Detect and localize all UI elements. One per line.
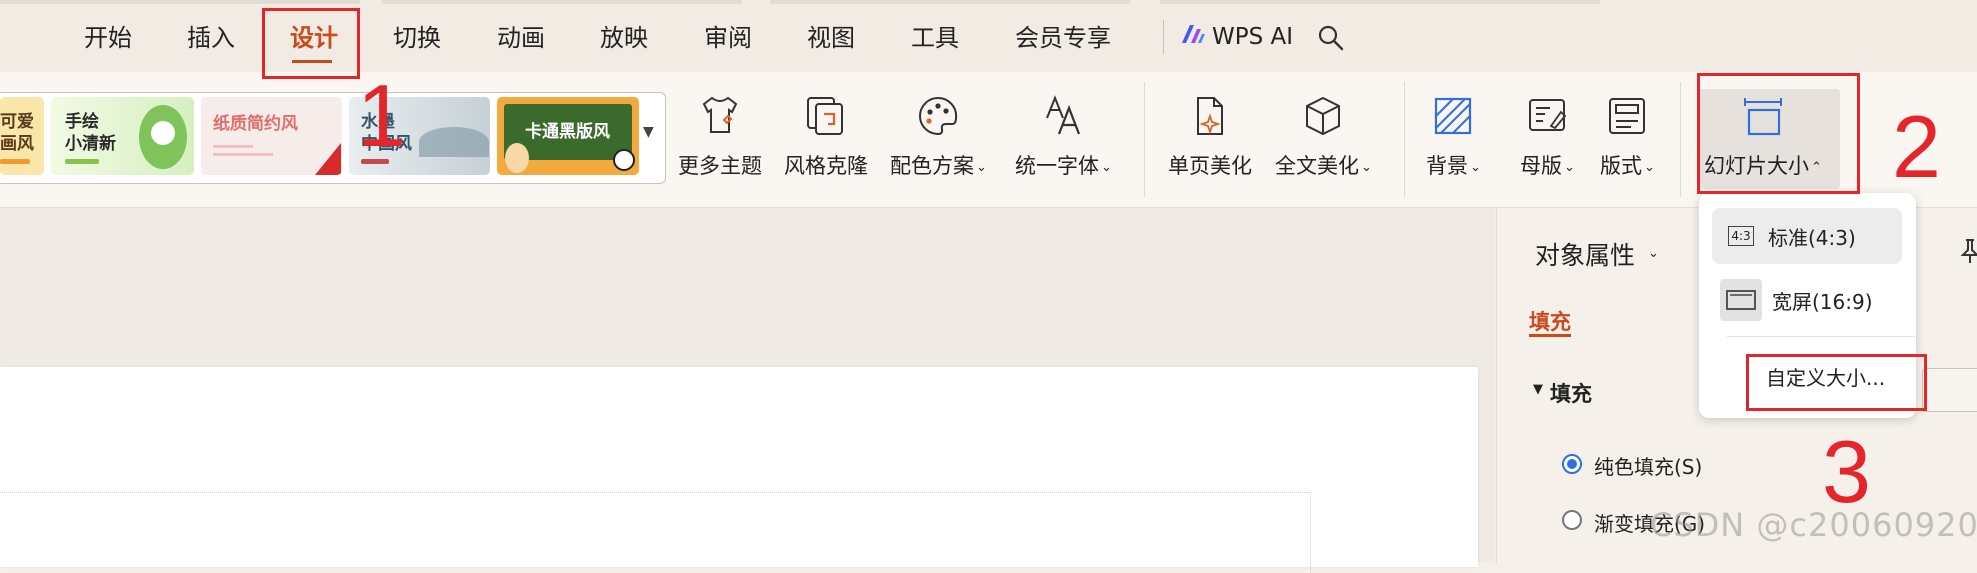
tab-member[interactable]: 会员专享	[1015, 22, 1111, 54]
cube-icon	[1299, 92, 1347, 140]
background-icon	[1429, 92, 1477, 140]
tab-animation[interactable]: 动画	[497, 22, 545, 54]
background-label: 背景 ⌄	[1426, 154, 1481, 178]
flower-icon	[151, 121, 175, 145]
placeholder-border	[0, 492, 1311, 573]
page-sparkle-icon	[1186, 92, 1234, 140]
tab-review[interactable]: 审阅	[704, 22, 752, 54]
character-icon	[505, 143, 529, 173]
ribbon-separator	[1680, 82, 1681, 197]
mountain-icon	[419, 127, 489, 157]
title-strip	[382, 0, 742, 4]
theme-handdrawn[interactable]: 手绘 小清新	[51, 97, 194, 175]
fill-section-heading[interactable]: 填充	[1550, 378, 1592, 408]
pin-icon[interactable]	[1960, 238, 1977, 268]
palette-icon	[914, 92, 962, 140]
full-beautify-button[interactable]: 全文美化 ⌄	[1275, 92, 1372, 180]
style-clone-label: 风格克隆	[784, 154, 868, 178]
ball-icon	[613, 149, 635, 171]
option-standard-4-3[interactable]: 4:3 标准(4:3)	[1712, 208, 1902, 264]
wps-ai-label: WPS AI	[1212, 24, 1294, 50]
tab-insert[interactable]: 插入	[187, 22, 235, 54]
unified-font-label: 统一字体 ⌄	[1015, 154, 1112, 178]
collapse-triangle-icon[interactable]: ▼	[1533, 382, 1543, 397]
dropdown-divider	[1727, 336, 1915, 337]
fill-dropdown[interactable]	[1922, 368, 1977, 412]
watermark: CSDN @c20060920	[1650, 506, 1977, 544]
menu-divider	[1163, 20, 1164, 54]
chevron-down-icon[interactable]: ⌄	[1648, 246, 1659, 261]
wps-ai-icon	[1180, 23, 1206, 51]
theme-cute[interactable]: 可爱 画风	[0, 97, 44, 175]
annotation-number-1: 1	[357, 66, 406, 165]
layout-button[interactable]: 版式 ⌄	[1600, 92, 1655, 180]
tab-fill[interactable]: 填充	[1529, 306, 1571, 336]
theme-deco	[0, 159, 30, 164]
layout-icon	[1603, 92, 1651, 140]
theme-paper[interactable]: 纸质简约风	[201, 97, 342, 175]
aspect-4-3-icon: 4:3	[1724, 223, 1758, 249]
clone-icon	[802, 92, 850, 140]
widescreen-icon	[1720, 279, 1762, 321]
color-scheme-button[interactable]: 配色方案 ⌄	[890, 92, 987, 180]
search-icon[interactable]	[1317, 24, 1345, 56]
title-strip	[1160, 0, 1600, 4]
annotation-number-3: 3	[1822, 422, 1871, 521]
annotation-box-2	[1697, 73, 1860, 194]
annotation-box-1	[262, 8, 360, 79]
tab-transition[interactable]: 切换	[393, 22, 441, 54]
full-beautify-label: 全文美化 ⌄	[1275, 154, 1372, 178]
layout-label: 版式 ⌄	[1600, 154, 1655, 178]
color-scheme-label: 配色方案 ⌄	[890, 154, 987, 178]
master-button[interactable]: 母版 ⌄	[1520, 92, 1575, 180]
annotation-box-3	[1746, 354, 1927, 411]
master-label: 母版 ⌄	[1520, 154, 1575, 178]
page-beautify-button[interactable]: 单页美化	[1168, 92, 1252, 180]
style-clone-button[interactable]: 风格克隆	[784, 92, 868, 180]
unified-font-button[interactable]: 统一字体 ⌄	[1015, 92, 1112, 180]
ribbon-separator	[1144, 82, 1145, 197]
tab-view[interactable]: 视图	[807, 22, 855, 54]
tab-start[interactable]: 开始	[84, 22, 132, 54]
title-strip	[770, 0, 1130, 4]
solid-fill-label[interactable]: 纯色填充(S)	[1594, 451, 1702, 480]
shirt-icon	[696, 92, 744, 140]
gallery-expand-icon[interactable]: ▼	[643, 124, 654, 140]
option-standard-label: 标准(4:3)	[1768, 225, 1856, 250]
theme-cartoon-blackboard[interactable]: 卡通黑版风	[497, 97, 639, 175]
tab-slideshow[interactable]: 放映	[600, 22, 648, 54]
more-themes-button[interactable]: 更多主题	[678, 92, 762, 180]
theme-deco	[315, 143, 341, 175]
master-icon	[1523, 92, 1571, 140]
gradient-fill-radio[interactable]	[1562, 510, 1582, 530]
font-icon	[1039, 92, 1087, 140]
title-strip	[0, 0, 360, 4]
active-tab-underline	[1529, 334, 1571, 337]
background-button[interactable]: 背景 ⌄	[1426, 92, 1481, 180]
theme-deco	[65, 159, 99, 164]
theme-deco	[213, 153, 273, 156]
ribbon-separator	[1404, 82, 1405, 197]
tab-tools[interactable]: 工具	[911, 22, 959, 54]
more-themes-label: 更多主题	[678, 154, 762, 178]
option-widescreen-16-9[interactable]: 宽屏(16:9)	[1712, 272, 1902, 328]
theme-deco	[213, 145, 253, 148]
page-beautify-label: 单页美化	[1168, 154, 1252, 178]
annotation-number-2: 2	[1892, 97, 1941, 196]
option-widescreen-label: 宽屏(16:9)	[1772, 289, 1873, 314]
wps-ai-button[interactable]: WPS AI	[1180, 20, 1293, 54]
pane-title[interactable]: 对象属性	[1535, 236, 1635, 272]
solid-fill-radio[interactable]	[1562, 454, 1582, 474]
